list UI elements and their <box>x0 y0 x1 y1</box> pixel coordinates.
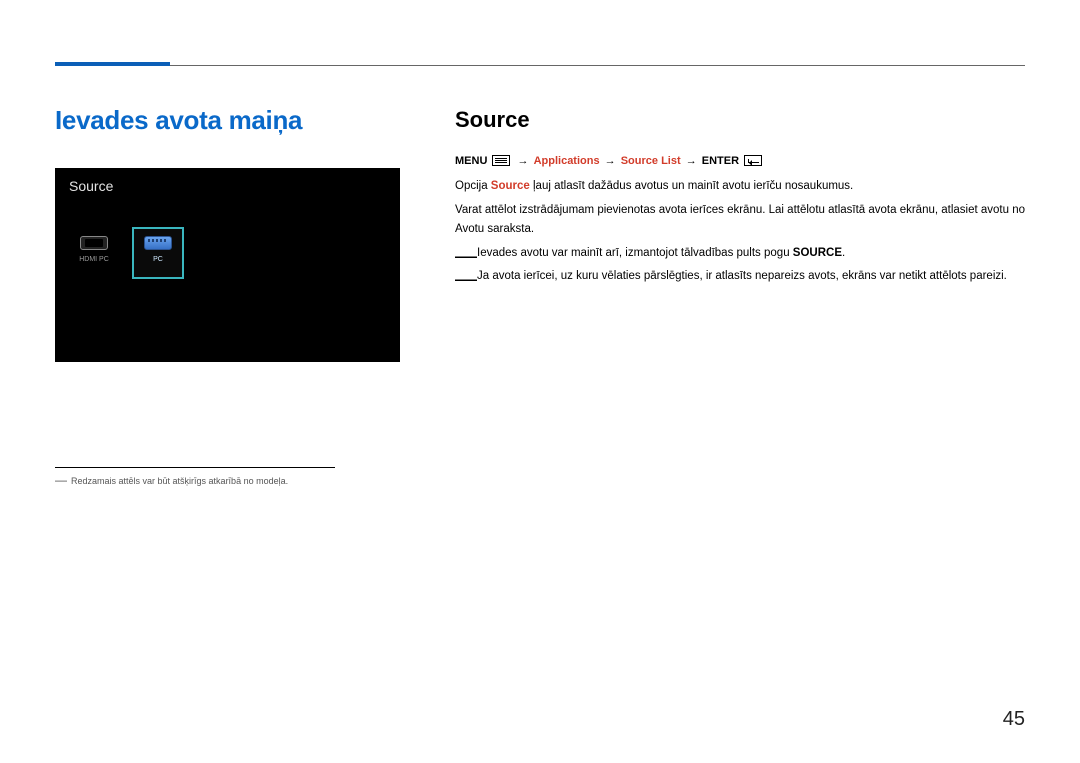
arrow-icon: → <box>605 155 616 167</box>
source-tile-label: HDMI PC <box>79 256 109 264</box>
footnote-divider <box>55 467 335 468</box>
right-column: Source MENU → Applications → Source List… <box>455 105 1025 486</box>
nav-menu-label: MENU <box>455 155 487 167</box>
menu-icon <box>492 155 510 166</box>
section-heading: Source <box>455 107 1025 133</box>
source-tile-label: PC <box>153 256 163 264</box>
paragraph-1: Opcija Source ļauj atlasīt dažādus avotu… <box>455 177 1025 195</box>
note-1: ― Ievades avotu var mainīt arī, izmantoj… <box>455 244 1025 262</box>
top-divider <box>170 65 1025 66</box>
top-accent-bar <box>55 62 170 66</box>
page-number: 45 <box>1003 708 1025 731</box>
chapter-heading: Ievades avota maiņa <box>55 105 400 136</box>
footnote-text: Redzamais attēls var būt atšķirīgs atkar… <box>71 476 288 486</box>
note-2: ― Ja avota ierīcei, uz kuru vēlaties pār… <box>455 267 1025 285</box>
dash-icon: ― <box>55 476 67 485</box>
menu-path: MENU → Applications → Source List → ENTE… <box>455 155 1025 167</box>
tv-screenshot: Source HDMI PC PC <box>55 168 400 362</box>
paragraph-2: Varat attēlot izstrādājumam pievienotas … <box>455 201 1025 238</box>
enter-icon <box>744 155 762 166</box>
screenshot-title: Source <box>69 178 113 194</box>
vga-icon <box>144 236 172 250</box>
source-button-label: SOURCE <box>793 247 842 259</box>
nav-source-list-label: Source List <box>621 155 681 167</box>
nav-enter-label: ENTER <box>702 155 739 167</box>
arrow-icon: → <box>686 155 697 167</box>
nav-applications-label: Applications <box>534 155 600 167</box>
arrow-icon: → <box>518 155 529 167</box>
dash-icon: ― <box>455 261 477 296</box>
source-keyword: Source <box>491 180 530 192</box>
source-tile-hdmi-pc[interactable]: HDMI PC <box>69 228 119 278</box>
source-tile-row: HDMI PC PC <box>69 228 183 278</box>
hdmi-icon <box>80 236 108 250</box>
source-tile-pc[interactable]: PC <box>133 228 183 278</box>
page-content: Ievades avota maiņa Source HDMI PC PC ― R… <box>0 0 1080 486</box>
footnote: ― Redzamais attēls var būt atšķirīgs atka… <box>55 476 400 486</box>
left-column: Ievades avota maiņa Source HDMI PC PC ― R… <box>55 105 400 486</box>
